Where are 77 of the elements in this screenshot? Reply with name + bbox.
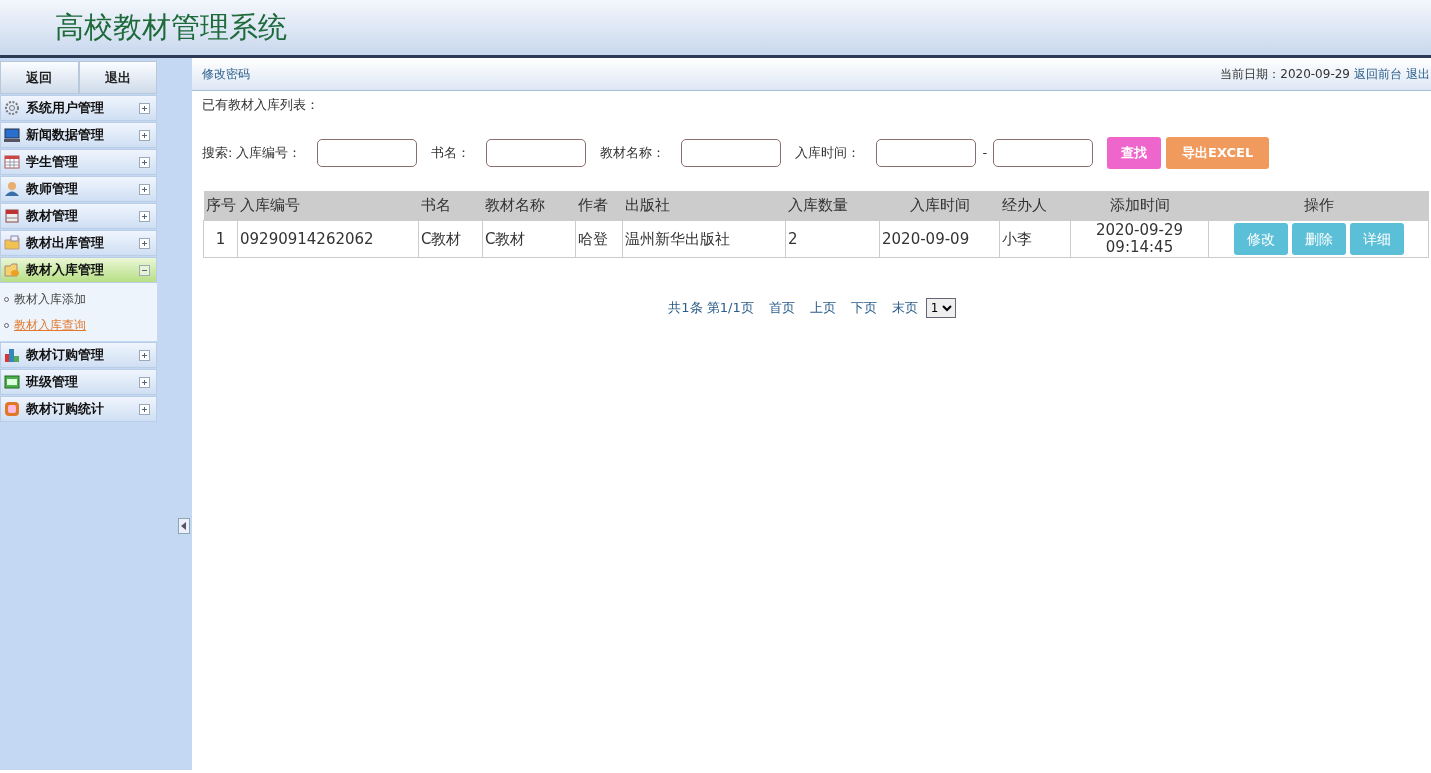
bar-chart-icon bbox=[4, 347, 20, 363]
sidebar-item[interactable]: 教材入库管理 bbox=[0, 257, 157, 283]
collapse-icon bbox=[139, 264, 150, 276]
list-title: 已有教材入库列表： bbox=[201, 96, 320, 114]
expand-icon bbox=[139, 156, 150, 168]
expand-icon bbox=[139, 183, 150, 195]
column-header: 作者 bbox=[575, 190, 623, 221]
field-label: 入库时间： bbox=[795, 143, 861, 162]
back-button[interactable]: 返回 bbox=[0, 61, 79, 94]
table-cell: 小李 bbox=[999, 220, 1071, 258]
sidebar-item[interactable]: 教材管理 bbox=[0, 203, 157, 229]
chevron-left-icon bbox=[181, 522, 187, 530]
expand-icon bbox=[139, 376, 150, 388]
range-separator: - bbox=[982, 143, 988, 162]
app-title: 高校教材管理系统 bbox=[55, 8, 287, 46]
expand-icon bbox=[139, 237, 150, 249]
table-cell: C教材 bbox=[482, 220, 576, 258]
table-cell: 2 bbox=[785, 220, 880, 258]
expand-icon bbox=[139, 129, 150, 141]
person-icon bbox=[4, 181, 20, 197]
column-header: 入库时间 bbox=[879, 190, 1000, 221]
calendar-icon bbox=[4, 154, 20, 170]
change-password-link[interactable]: 修改密码 bbox=[202, 65, 250, 83]
sidebar-item[interactable]: 班级管理 bbox=[0, 369, 157, 395]
logout-link[interactable]: 退出 bbox=[1406, 65, 1430, 83]
input-field[interactable] bbox=[993, 138, 1094, 167]
column-header: 书名 bbox=[418, 190, 483, 221]
table-cell: 09290914262062 bbox=[237, 220, 419, 258]
prev-page-link[interactable]: 上页 bbox=[809, 298, 836, 318]
collapse-button[interactable] bbox=[178, 518, 190, 534]
sidebar-item[interactable]: 教材订购统计 bbox=[0, 396, 157, 422]
folder-icon bbox=[4, 235, 20, 251]
column-header: 操作 bbox=[1208, 190, 1429, 221]
next-page-link[interactable]: 下页 bbox=[850, 298, 877, 318]
frontend-link[interactable]: 返回前台 bbox=[1354, 65, 1402, 83]
table-cell: C教材 bbox=[418, 220, 483, 258]
expand-icon bbox=[139, 349, 150, 361]
sidebar-item[interactable]: 教师管理 bbox=[0, 176, 157, 202]
folder-icon bbox=[4, 262, 20, 278]
last-page-link[interactable]: 末页 bbox=[891, 298, 918, 318]
first-page-link[interactable]: 首页 bbox=[768, 298, 795, 318]
field-label: 书名： bbox=[431, 143, 471, 162]
sidebar-item[interactable]: 新闻数据管理 bbox=[0, 122, 157, 148]
search-label: 搜索: bbox=[202, 143, 233, 162]
sidebar-item[interactable]: 教材出库管理 bbox=[0, 230, 157, 256]
column-header: 序号 bbox=[203, 190, 238, 221]
column-header: 添加时间 bbox=[1070, 190, 1209, 221]
gear-icon bbox=[4, 100, 20, 116]
column-header: 入库数量 bbox=[785, 190, 880, 221]
sidebar-item[interactable]: 教材订购管理 bbox=[0, 342, 157, 368]
field-label: 入库编号： bbox=[236, 143, 302, 162]
table-cell: 温州新华出版社 bbox=[622, 220, 786, 258]
current-date-text: 当前日期：2020-09-29 bbox=[1220, 66, 1350, 83]
expand-icon bbox=[139, 403, 150, 415]
field-label: 教材名称： bbox=[600, 143, 666, 162]
expand-icon bbox=[139, 102, 150, 114]
submenu-link[interactable]: 教材入库添加 bbox=[0, 286, 157, 312]
monitor-icon bbox=[4, 127, 20, 143]
input-field[interactable] bbox=[486, 138, 587, 167]
sidebar-item[interactable]: 学生管理 bbox=[0, 149, 157, 175]
table-cell: 2020-09-09 bbox=[879, 220, 1000, 258]
column-header: 经办人 bbox=[999, 190, 1071, 221]
column-header: 出版社 bbox=[622, 190, 786, 221]
table-cell: 哈登 bbox=[575, 220, 623, 258]
input-field[interactable] bbox=[681, 138, 782, 167]
expand-icon bbox=[139, 210, 150, 222]
page-select[interactable]: 1 bbox=[925, 298, 956, 318]
table-cell: 1 bbox=[203, 220, 238, 258]
table-cell: 2020-09-29 09:14:45 bbox=[1070, 220, 1209, 258]
column-header: 教材名称 bbox=[482, 190, 576, 221]
sidebar-item[interactable]: 系统用户管理 bbox=[0, 95, 157, 121]
logout-button[interactable]: 退出 bbox=[78, 61, 157, 94]
input-field[interactable] bbox=[317, 138, 418, 167]
pagination-summary: 共1条 第1/1页 bbox=[668, 299, 754, 318]
calendar-icon bbox=[4, 208, 20, 224]
input-field[interactable] bbox=[876, 138, 977, 167]
column-header: 入库编号 bbox=[237, 190, 419, 221]
